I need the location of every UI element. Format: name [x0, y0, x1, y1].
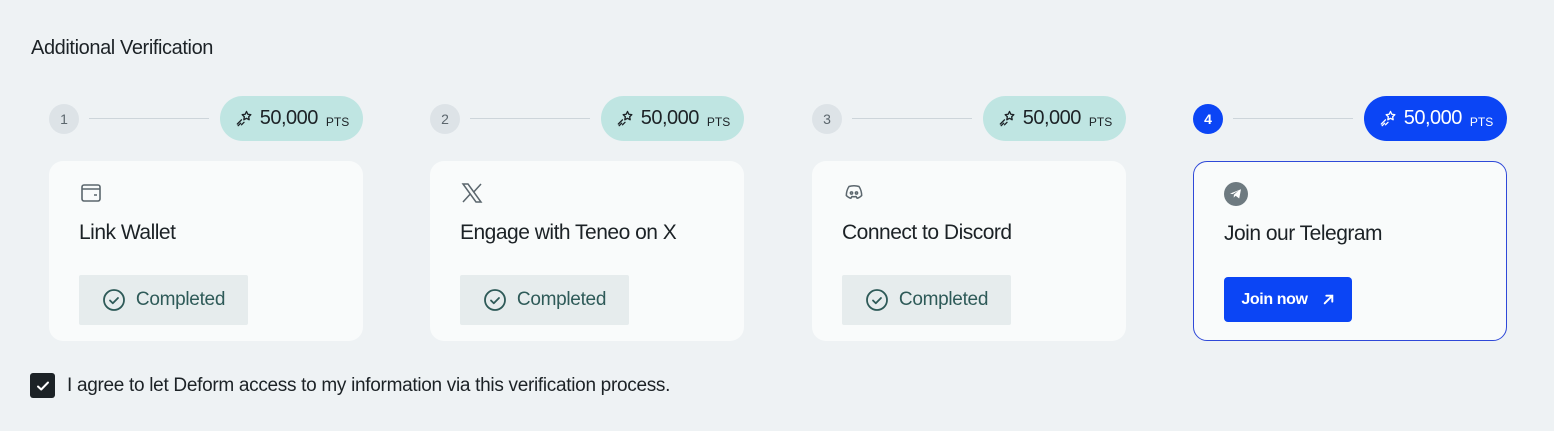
task-card: Join our Telegram Join now	[1193, 161, 1507, 341]
wallet-icon	[81, 184, 101, 202]
task-card: Connect to Discord Completed	[812, 161, 1126, 341]
join-now-label: Join now	[1241, 290, 1308, 308]
task-card: Link Wallet Completed	[49, 161, 363, 341]
step-link-wallet: 1 50,000 PTS Link Wallet Completed	[49, 96, 363, 341]
task-title: Engage with Teneo on X	[460, 221, 677, 244]
status-label: Completed	[516, 289, 607, 310]
step-number: 1	[49, 104, 79, 134]
task-card: Engage with Teneo on X Completed	[430, 161, 744, 341]
points-unit: PTS	[1088, 114, 1113, 129]
completed-status: Completed	[460, 275, 629, 325]
task-title: Join our Telegram	[1224, 222, 1383, 245]
shooting-star-icon	[999, 110, 1015, 126]
status-label: Completed	[898, 289, 989, 310]
step-number: 2	[430, 104, 460, 134]
points-unit: PTS	[706, 114, 731, 129]
join-now-button[interactable]: Join now	[1224, 277, 1352, 322]
points-value: 50,000	[640, 107, 700, 129]
points-value: 50,000	[1403, 107, 1463, 129]
check-circle-icon	[103, 289, 125, 311]
check-icon	[36, 381, 49, 390]
step-number: 3	[812, 104, 842, 134]
points-unit: PTS	[325, 114, 350, 129]
points-badge: 50,000 PTS	[983, 96, 1126, 141]
section-title: Additional Verification	[31, 37, 214, 59]
points-badge: 50,000 PTS	[1364, 96, 1507, 141]
check-circle-icon	[484, 289, 506, 311]
consent-checkbox[interactable]	[30, 373, 55, 398]
step-connector	[470, 118, 590, 119]
discord-icon	[845, 184, 863, 200]
step-connector	[852, 118, 972, 119]
points-badge: 50,000 PTS	[220, 96, 363, 141]
step-connect-discord: 3 50,000 PTS Connect to Discord Complete…	[812, 96, 1126, 341]
shooting-star-icon	[1380, 110, 1396, 126]
status-label: Completed	[135, 289, 226, 310]
completed-status: Completed	[842, 275, 1011, 325]
telegram-icon	[1224, 182, 1248, 206]
shooting-star-icon	[617, 110, 633, 126]
shooting-star-icon	[236, 110, 252, 126]
step-engage-x: 2 50,000 PTS Engage with Teneo on X Comp…	[430, 96, 744, 341]
task-title: Connect to Discord	[842, 221, 1012, 244]
step-connector	[1233, 118, 1353, 119]
consent-row: I agree to let Deform access to my infor…	[30, 373, 670, 398]
points-unit: PTS	[1469, 114, 1494, 129]
arrow-up-right-icon	[1323, 294, 1333, 305]
task-title: Link Wallet	[79, 221, 176, 244]
step-number: 4	[1193, 104, 1223, 134]
completed-status: Completed	[79, 275, 248, 325]
x-logo-icon	[461, 183, 483, 203]
step-connector	[89, 118, 209, 119]
points-value: 50,000	[259, 107, 319, 129]
check-circle-icon	[866, 289, 888, 311]
points-badge: 50,000 PTS	[601, 96, 744, 141]
consent-label: I agree to let Deform access to my infor…	[67, 374, 671, 396]
points-value: 50,000	[1022, 107, 1082, 129]
step-join-telegram: 4 50,000 PTS Join our Telegram Join now	[1193, 96, 1507, 341]
